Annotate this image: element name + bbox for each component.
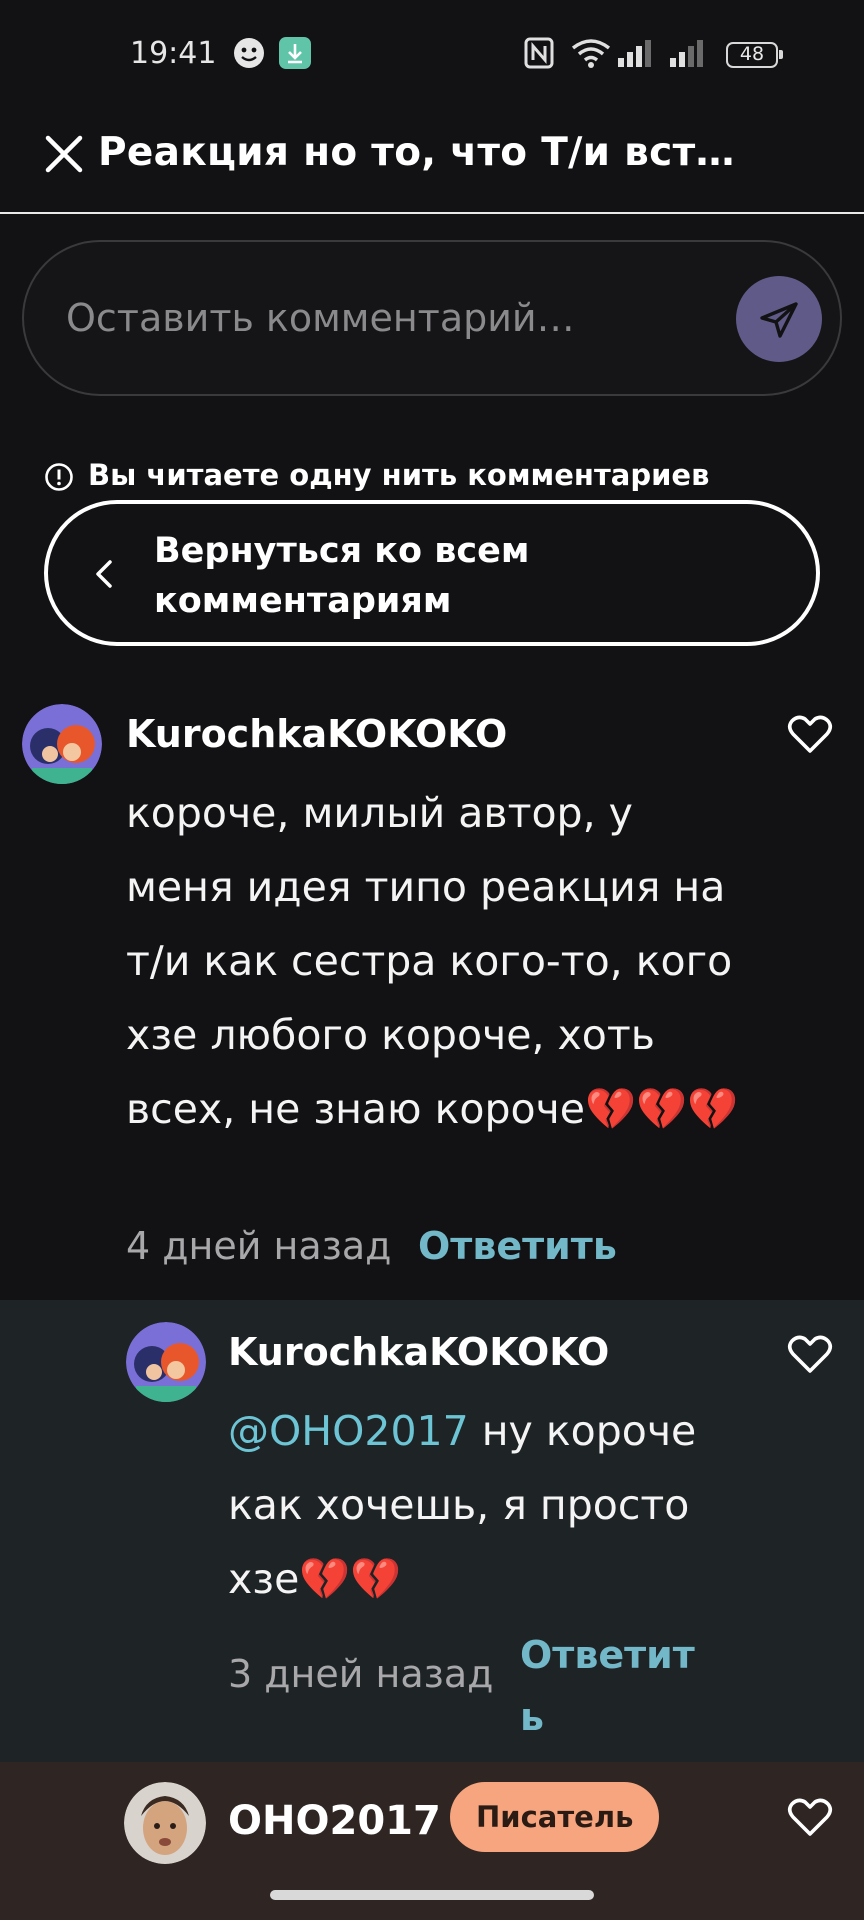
status-bar: 19:41 48 (0, 0, 864, 110)
signal-icon-2 (668, 36, 708, 70)
comment-input[interactable] (66, 290, 686, 346)
nfc-icon (524, 36, 558, 70)
home-indicator[interactable] (270, 1890, 594, 1900)
comment-text: короче, милый автор, у меня идея типо ре… (126, 789, 739, 1133)
mention-link[interactable]: @OHO2017 (228, 1407, 469, 1455)
send-icon (760, 302, 798, 338)
reply-comment: KurochkaKOKOKO @OHO2017 ну короче как хо… (0, 1300, 864, 1762)
back-to-all-comments-button[interactable]: Вернуться ко всем комментариям (44, 500, 820, 646)
avatar[interactable] (124, 1782, 206, 1864)
avatar[interactable] (126, 1322, 206, 1402)
comment-text: @OHO2017 ну короче как хочешь, я просто … (228, 1394, 708, 1616)
battery-indicator: 48 (726, 42, 783, 68)
writer-badge: Писатель (450, 1782, 660, 1852)
signal-icon-1 (616, 36, 656, 70)
comment-username[interactable]: OHO2017 (228, 1798, 441, 1844)
comment-timestamp: 4 дней назад (126, 1224, 392, 1268)
comment-username[interactable]: KurochkaKOKOKO (228, 1330, 609, 1374)
heart-icon[interactable] (787, 713, 833, 755)
comment-timestamp: 3 дней назад (228, 1652, 494, 1696)
emoji-face-icon (232, 36, 266, 70)
send-button[interactable] (736, 276, 822, 362)
chevron-left-icon (90, 556, 118, 592)
back-button-label: Вернуться ко всем комментариям (154, 531, 530, 621)
heart-icon[interactable] (787, 1796, 833, 1838)
info-icon (44, 462, 74, 492)
download-icon (278, 36, 312, 70)
wifi-icon (570, 36, 612, 70)
close-icon[interactable] (42, 132, 86, 176)
header: Реакция но то, что Т/и встр… (0, 110, 864, 214)
status-time: 19:41 (130, 36, 217, 71)
page-title: Реакция но то, что Т/и встр… (98, 130, 758, 175)
comment-username[interactable]: KurochkaKOKOKO (126, 712, 507, 756)
reply-button[interactable]: Ответить (418, 1224, 617, 1268)
thread-notice-text: Вы читаете одну нить комментариев (88, 458, 710, 492)
reply-button[interactable]: Ответить (520, 1624, 710, 1748)
heart-icon[interactable] (787, 1333, 833, 1375)
avatar[interactable] (22, 704, 102, 784)
comment-input-container (22, 240, 842, 396)
